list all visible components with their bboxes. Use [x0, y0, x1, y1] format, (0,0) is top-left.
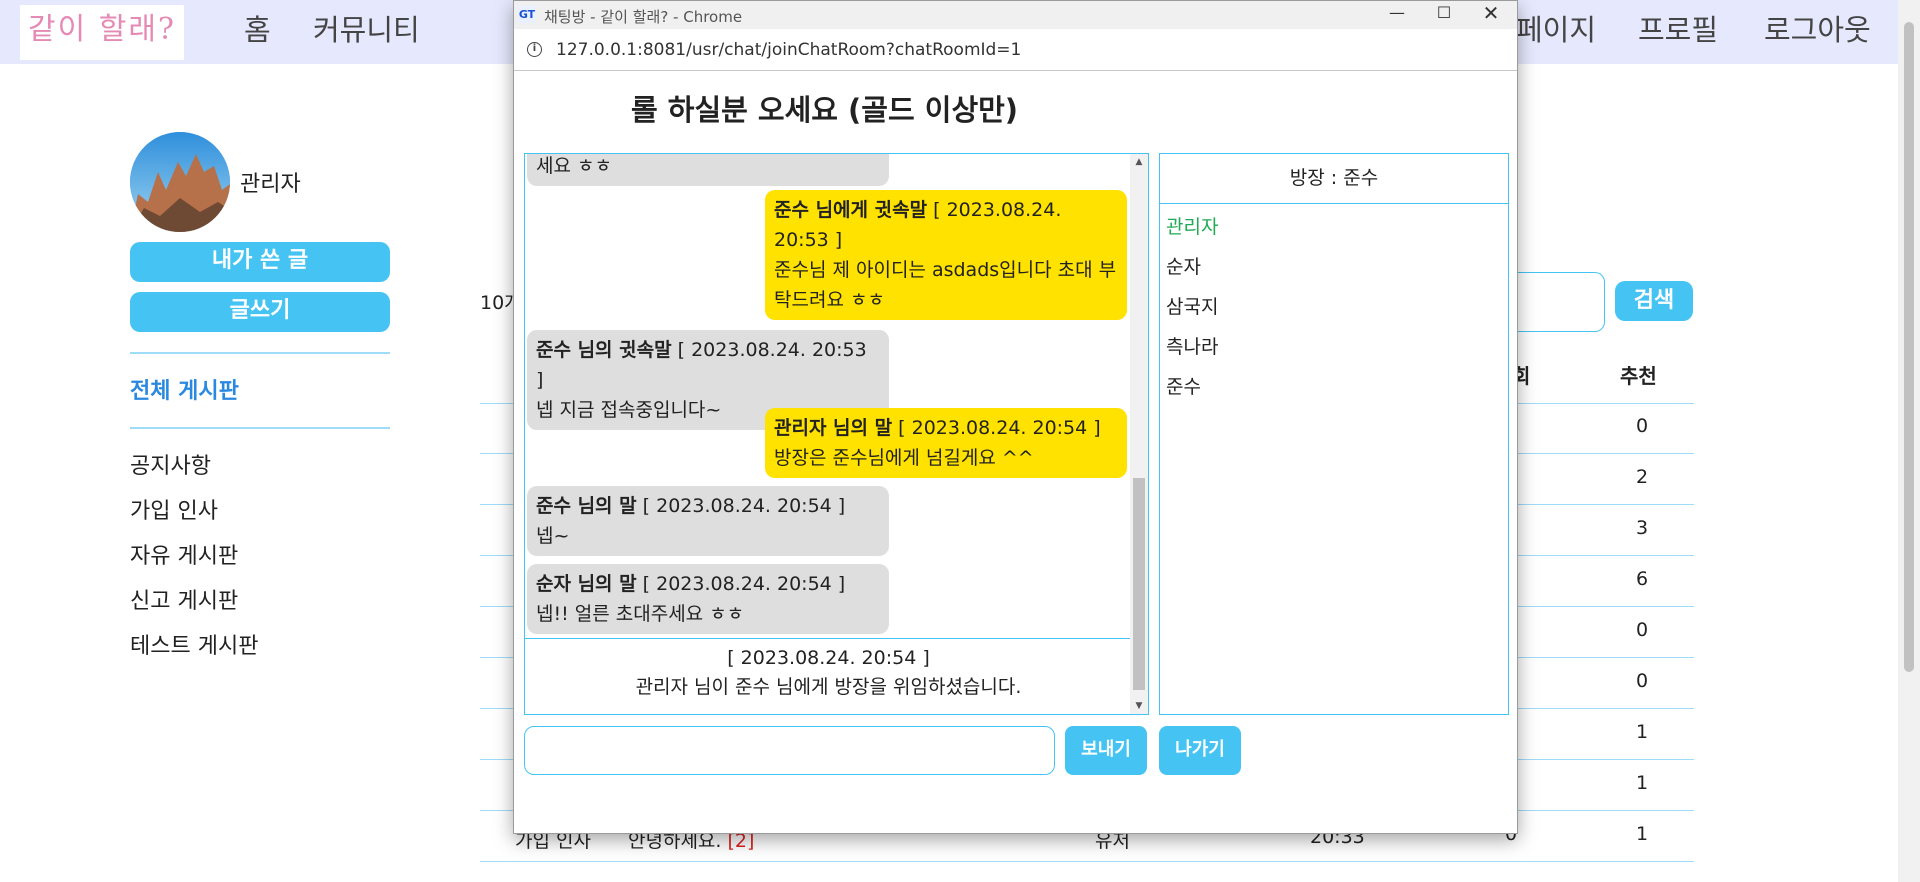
chat-scrollbar-thumb[interactable] [1133, 478, 1145, 690]
chat-message: 세요 ㅎㅎ [527, 154, 889, 186]
system-divider [525, 638, 1132, 639]
scroll-up-icon[interactable]: ▲ [1130, 154, 1148, 170]
table-divider [480, 861, 1694, 862]
sidebar-item-notice[interactable]: 공지사항 [130, 448, 211, 480]
header-recommend: 추천 [1620, 364, 1657, 388]
sidebar-item-all-boards[interactable]: 전체 게시판 [130, 373, 239, 405]
message-text: 방장은 준수님에게 넘길게요 ^^ [774, 447, 1034, 469]
app-favicon-icon: GT [518, 6, 536, 23]
chat-popup-window: GT 채팅방 - 같이 할래? - Chrome — ☐ ✕ i 127.0.0… [513, 0, 1518, 834]
site-logo[interactable]: 같이 할래? [20, 5, 184, 60]
table-cell-recommend: 0 [1635, 415, 1649, 437]
table-cell-recommend: 6 [1635, 568, 1649, 590]
sidebar-item-greeting[interactable]: 가입 인사 [130, 493, 218, 525]
chat-message: 준수 님의 말 [ 2023.08.24. 20:54 ] 넵~ [527, 486, 889, 556]
table-cell-recommend: 1 [1635, 721, 1649, 743]
sidebar-item-test[interactable]: 테스트 게시판 [130, 628, 258, 660]
message-time: [ 2023.08.24. 20:54 ] [636, 573, 846, 595]
message-sender: 준수 님의 말 [536, 495, 637, 517]
my-posts-button[interactable]: 내가 쓴 글 [130, 242, 390, 282]
leave-button[interactable]: 나가기 [1159, 726, 1241, 775]
message-time: [ 2023.08.24. 20:54 ] [636, 495, 846, 517]
nav-profile[interactable]: 프로필 [1638, 0, 1718, 64]
user-list-item[interactable]: 측나라 [1166, 332, 1218, 359]
system-message-text: 관리자 님이 준수 님에게 방장을 위임하셨습니다. [635, 676, 1022, 698]
url-text[interactable]: 127.0.0.1:8081/usr/chat/joinChatRoom?cha… [556, 40, 1021, 60]
chat-message-area[interactable]: 세요 ㅎㅎ 준수 님에게 귓속말 [ 2023.08.24. 20:53 ] 준… [524, 153, 1149, 715]
user-list-item[interactable]: 관리자 [1166, 212, 1218, 239]
chat-message: 순자 님의 말 [ 2023.08.24. 20:54 ] 넵!! 얼른 초대주… [527, 564, 889, 634]
chat-message: 관리자 님의 말 [ 2023.08.24. 20:54 ] 방장은 준수님에게… [765, 408, 1127, 478]
minimize-icon[interactable]: — [1374, 1, 1420, 29]
send-button[interactable]: 보내기 [1065, 726, 1147, 775]
info-icon[interactable]: i [527, 42, 542, 57]
page-scrollbar[interactable] [1898, 0, 1920, 882]
table-cell-recommend: 1 [1635, 823, 1649, 845]
sidebar-divider [130, 427, 390, 429]
message-sender: 준수 님에게 귓속말 [774, 199, 928, 221]
sidebar-divider [130, 352, 390, 354]
user-list-panel: 방장 : 준수 관리자 순자 삼국지 측나라 준수 [1159, 153, 1509, 715]
chat-scrollbar[interactable]: ▲ ▼ [1130, 154, 1148, 714]
sidebar-item-free[interactable]: 자유 게시판 [130, 538, 238, 570]
message-text: 넵~ [536, 525, 570, 547]
user-list-item[interactable]: 순자 [1166, 252, 1201, 279]
message-time: [ 2023.08.24. 20:54 ] [892, 417, 1101, 439]
nav-mypage[interactable]: 페이지 [1516, 0, 1596, 64]
table-cell-recommend: 0 [1635, 619, 1649, 641]
address-bar[interactable]: i 127.0.0.1:8081/usr/chat/joinChatRoom?c… [514, 29, 1517, 71]
avatar-mountain-image [130, 132, 230, 232]
system-message: [ 2023.08.24. 20:54 ] 관리자 님이 준수 님에게 방장을 … [525, 644, 1132, 702]
nav-home[interactable]: 홈 [244, 0, 271, 64]
maximize-icon[interactable]: ☐ [1421, 1, 1467, 29]
search-button[interactable]: 검색 [1615, 281, 1693, 321]
room-owner-label: 방장 : 준수 [1160, 154, 1508, 204]
chat-room-title: 롤 하실분 오세요 (골드 이상만) [631, 93, 1019, 127]
close-icon[interactable]: ✕ [1468, 1, 1514, 29]
table-cell-recommend: 3 [1635, 517, 1649, 539]
profile-name: 관리자 [240, 172, 301, 197]
window-title: 채팅방 - 같이 할래? - Chrome [544, 8, 743, 26]
message-text: 준수님 제 아이디는 asdads입니다 초대 부탁드려요 ㅎㅎ [774, 259, 1117, 311]
table-cell-recommend: 0 [1635, 670, 1649, 692]
window-titlebar[interactable]: GT 채팅방 - 같이 할래? - Chrome — ☐ ✕ [514, 1, 1517, 29]
system-message-time: [ 2023.08.24. 20:54 ] [727, 647, 930, 669]
write-post-button[interactable]: 글쓰기 [130, 292, 390, 332]
scroll-down-icon[interactable]: ▼ [1130, 698, 1148, 714]
table-cell-recommend: 2 [1635, 466, 1649, 488]
message-text: 넵 지금 접속중입니다~ [536, 399, 722, 421]
sidebar-item-report[interactable]: 신고 게시판 [130, 583, 238, 615]
chat-message-input[interactable] [524, 726, 1055, 775]
page-scrollbar-thumb[interactable] [1904, 22, 1914, 672]
message-sender: 준수 님의 귓속말 [536, 339, 672, 361]
search-input[interactable]: . [1505, 272, 1605, 332]
chat-message: 준수 님에게 귓속말 [ 2023.08.24. 20:53 ] 준수님 제 아… [765, 190, 1127, 320]
user-list-item[interactable]: 준수 [1166, 372, 1201, 399]
avatar [130, 132, 230, 232]
message-text: 넵!! 얼른 초대주세요 ㅎㅎ [536, 603, 745, 625]
message-sender: 순자 님의 말 [536, 573, 637, 595]
table-cell-recommend: 1 [1635, 772, 1649, 794]
message-text: 세요 ㅎㅎ [536, 155, 612, 177]
message-sender: 관리자 님의 말 [774, 417, 893, 439]
user-list-item[interactable]: 삼국지 [1166, 292, 1218, 319]
nav-logout[interactable]: 로그아웃 [1764, 0, 1871, 64]
nav-community[interactable]: 커뮤니티 [313, 0, 420, 64]
